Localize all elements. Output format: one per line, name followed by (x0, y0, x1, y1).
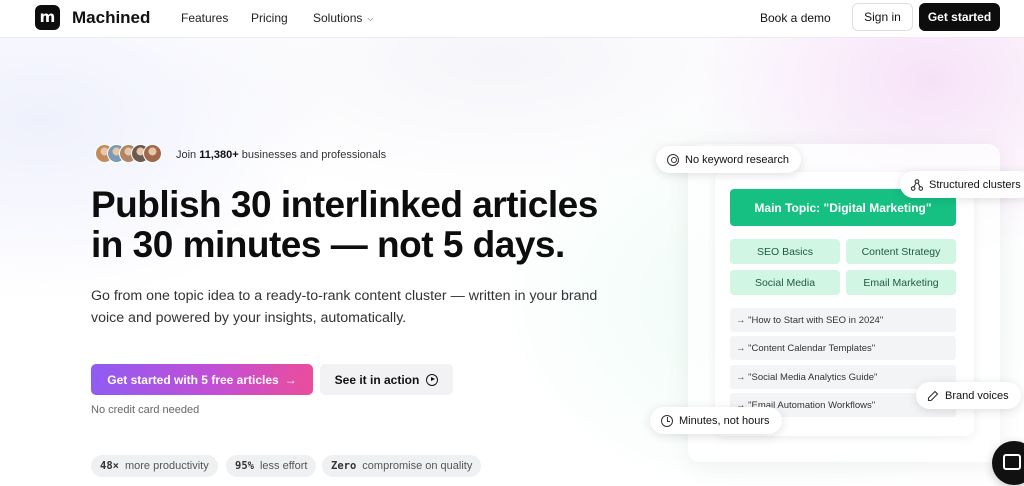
chevron-down-icon: ⌵ (367, 14, 374, 23)
see-it-in-action-button[interactable]: See it in action (320, 364, 453, 395)
article-item: → "How to Start with SEO in 2024" (730, 308, 956, 332)
target-icon (667, 153, 679, 166)
feature-badge-structured: Structured clusters (900, 171, 1024, 198)
sign-in-button[interactable]: Sign in (852, 3, 913, 31)
badge-label: Brand voices (945, 389, 1009, 402)
feature-badge-brand-voices: Brand voices (916, 382, 1021, 409)
pen-icon (927, 390, 939, 401)
get-started-button[interactable]: Get started (919, 3, 1000, 31)
stat-badge: Zero compromise on quality (322, 455, 482, 477)
avatar-group (95, 144, 167, 164)
stat-badge: 48× more productivity (91, 455, 218, 477)
subtopic-node: Email Marketing (846, 270, 956, 295)
avatar (143, 144, 162, 163)
nav-link-pricing[interactable]: Pricing (251, 11, 288, 25)
hero-headline: Publish 30 interlinked articles in 30 mi… (91, 184, 598, 265)
feature-badge-minutes: Minutes, not hours (650, 407, 782, 434)
stat-value: 95% (235, 460, 254, 472)
clock-icon (661, 414, 673, 427)
get-started-free-button[interactable]: Get started with 5 free articles → (91, 364, 313, 395)
network-icon (911, 178, 923, 191)
subtopic-node: Content Strategy (846, 239, 956, 264)
see-action-label: See it in action (334, 372, 420, 387)
article-item: → "Content Calendar Templates" (730, 336, 956, 360)
subtopic-node: Social Media (730, 270, 840, 295)
badge-label: No keyword research (685, 153, 789, 166)
badge-label: Structured clusters (929, 178, 1021, 191)
top-navbar: m Machined Features Pricing Solutions ⌵ B… (0, 0, 1024, 38)
stat-badge: 95% less effort (226, 455, 317, 477)
stat-label: compromise on quality (362, 460, 473, 472)
join-prefix: Join (176, 149, 197, 161)
nav-link-solutions[interactable]: Solutions ⌵ (313, 11, 373, 25)
nav-link-solutions-label: Solutions (313, 11, 363, 25)
join-suffix: businesses and professionals (241, 149, 387, 161)
badge-label: Minutes, not hours (679, 414, 770, 427)
hero-subheadline: Go from one topic idea to a ready-to-ran… (91, 288, 598, 326)
nav-link-features[interactable]: Features (181, 11, 228, 25)
brand-name[interactable]: Machined (72, 8, 150, 28)
no-credit-card-note: No credit card needed (91, 404, 200, 416)
play-icon (426, 373, 439, 386)
social-proof-text: Join 11,380+ businesses and professional… (176, 149, 386, 161)
stat-label: more productivity (124, 460, 209, 472)
cta-label: Get started with 5 free articles (107, 372, 279, 387)
arrow-right-icon: → (284, 372, 297, 387)
stat-value: 48× (100, 460, 119, 472)
stat-label: less effort (259, 460, 308, 472)
book-demo-link[interactable]: Book a demo (760, 11, 831, 25)
subtopic-node: SEO Basics (730, 239, 840, 264)
feature-badge-no-keyword: No keyword research (656, 146, 801, 173)
stat-value: Zero (331, 460, 357, 472)
join-count: 11,380+ (199, 149, 239, 161)
logo-mark[interactable]: m (35, 5, 60, 30)
